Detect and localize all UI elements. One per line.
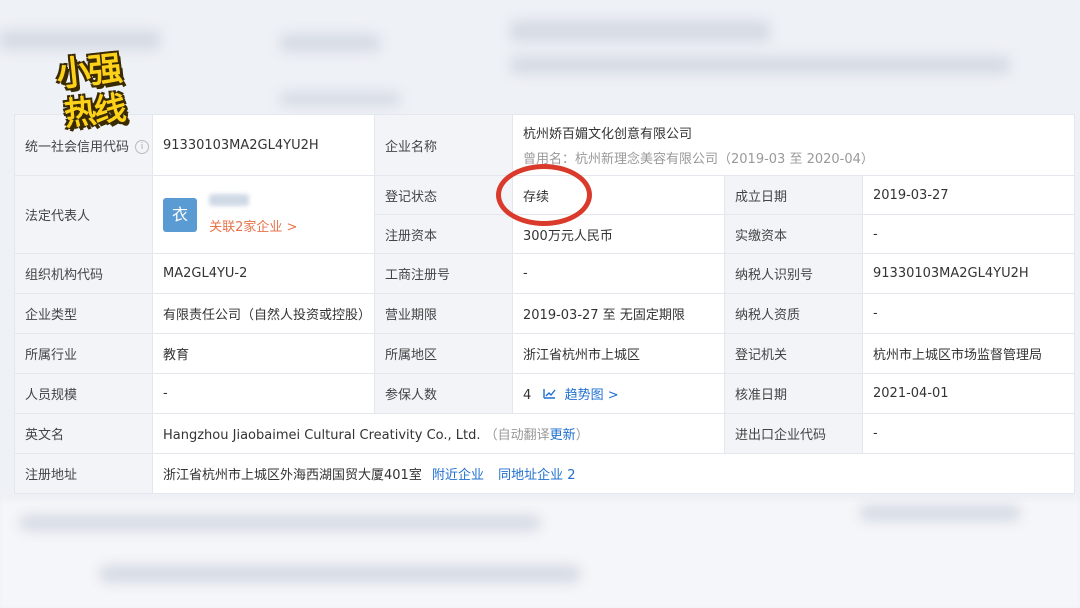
biz-reg-no-value: - bbox=[512, 253, 725, 294]
paid-capital-value: - bbox=[862, 214, 1075, 254]
insured-cell: 4 趋势图 > bbox=[512, 373, 725, 414]
insured-value: 4 bbox=[523, 388, 532, 403]
company-name-label: 企业名称 bbox=[374, 114, 513, 176]
legal-rep-label: 法定代表人 bbox=[14, 175, 153, 254]
industry-label: 所属行业 bbox=[14, 333, 153, 374]
related-companies-link[interactable]: 关联2家企业 > bbox=[209, 216, 297, 235]
import-export-value: - bbox=[862, 413, 1075, 454]
info-icon[interactable]: i bbox=[135, 140, 150, 154]
est-date-label: 成立日期 bbox=[724, 175, 863, 215]
avatar[interactable]: 衣 bbox=[163, 197, 197, 232]
logo-line2: 热线 bbox=[62, 88, 127, 134]
paid-capital-label: 实缴资本 bbox=[724, 214, 863, 254]
taxpayer-id-value: 91330103MA2GL4YU2H bbox=[862, 253, 1075, 294]
logo: 小强 热线 bbox=[50, 38, 150, 133]
auto-translate-open: （自动翻译 bbox=[484, 428, 550, 443]
taxpayer-qual-label: 纳税人资质 bbox=[724, 293, 863, 334]
approval-date-value: 2021-04-01 bbox=[862, 373, 1075, 414]
biz-term-value: 2019-03-27 至 无固定期限 bbox=[512, 293, 725, 334]
staff-size-label: 人员规模 bbox=[14, 373, 153, 414]
nearby-companies-link[interactable]: 附近企业 bbox=[432, 468, 484, 483]
industry-value: 教育 bbox=[152, 333, 375, 374]
former-name: 曾用名：杭州新理念美容有限公司（2019-03 至 2020-04） bbox=[523, 152, 874, 167]
reg-capital-label: 注册资本 bbox=[374, 214, 513, 254]
taxpayer-id-label: 纳税人识别号 bbox=[724, 253, 863, 294]
taxpayer-qual-value: - bbox=[862, 293, 1075, 334]
update-link[interactable]: 更新 bbox=[550, 428, 576, 443]
company-type-value: 有限责任公司（自然人投资或控股） bbox=[152, 293, 375, 334]
reg-authority-value: 杭州市上城区市场监督管理局 bbox=[862, 333, 1075, 374]
legal-rep-name-blurred bbox=[209, 194, 250, 206]
region-value: 浙江省杭州市上城区 bbox=[512, 333, 725, 374]
credit-code-value: 91330103MA2GL4YU2H bbox=[152, 114, 375, 176]
english-name-value: Hangzhou Jiaobaimei Cultural Creativity … bbox=[163, 428, 481, 443]
address-value: 浙江省杭州市上城区外海西湖国贸大厦401室 bbox=[163, 468, 422, 483]
org-code-label: 组织机构代码 bbox=[14, 253, 153, 294]
org-code-value: MA2GL4YU-2 bbox=[152, 253, 375, 294]
company-type-label: 企业类型 bbox=[14, 293, 153, 334]
address-cell: 浙江省杭州市上城区外海西湖国贸大厦401室 附近企业 同地址企业 2 bbox=[152, 453, 1075, 494]
same-address-link[interactable]: 同地址企业 2 bbox=[498, 468, 575, 483]
trend-chart-link[interactable]: 趋势图 > bbox=[565, 388, 619, 403]
address-label: 注册地址 bbox=[14, 453, 153, 494]
auto-translate-close: ） bbox=[575, 428, 589, 443]
company-name: 杭州娇百媚文化创意有限公司 bbox=[523, 127, 693, 142]
biz-reg-no-label: 工商注册号 bbox=[374, 253, 513, 294]
approval-date-label: 核准日期 bbox=[724, 373, 863, 414]
english-name-cell: Hangzhou Jiaobaimei Cultural Creativity … bbox=[152, 413, 725, 454]
region-label: 所属地区 bbox=[374, 333, 513, 374]
reg-authority-label: 登记机关 bbox=[724, 333, 863, 374]
english-name-label: 英文名 bbox=[14, 413, 153, 454]
insured-label: 参保人数 bbox=[374, 373, 513, 414]
company-name-cell: 杭州娇百媚文化创意有限公司 曾用名：杭州新理念美容有限公司（2019-03 至 … bbox=[512, 114, 1075, 176]
trend-chart-icon[interactable] bbox=[543, 388, 560, 403]
reg-status-label: 登记状态 bbox=[374, 175, 513, 215]
biz-term-label: 营业期限 bbox=[374, 293, 513, 334]
staff-size-value: - bbox=[152, 373, 375, 414]
legal-rep-cell: 衣 关联2家企业 > bbox=[152, 175, 375, 254]
red-annotation-circle bbox=[496, 164, 592, 226]
est-date-value: 2019-03-27 bbox=[862, 175, 1075, 215]
import-export-label: 进出口企业代码 bbox=[724, 413, 863, 454]
